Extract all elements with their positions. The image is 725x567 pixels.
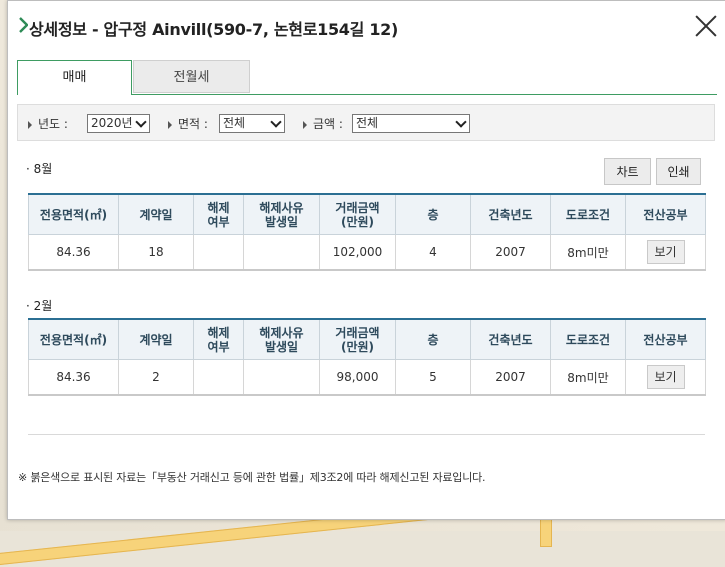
close-icon[interactable] [694,14,718,38]
cell-road: 8m미만 [550,234,626,271]
triangle-right-icon [303,120,307,129]
table-row: 84.36 2 98,000 5 2007 8m미만 보기 [28,359,706,396]
divider [28,434,705,435]
col-header: 도로조건 [550,193,626,235]
cell-contract-day: 2 [118,359,194,396]
col-header: 해제사유 발생일 [243,318,320,360]
cell-cancel-date [243,359,320,396]
cell-floor: 5 [395,359,471,396]
price-select-value: 전체 [356,116,379,130]
filter-bar: 년도 : 2020년 면적 : 전체 금액 : 전체 [17,104,715,141]
year-filter-label: 년도 : [28,115,68,132]
price-select[interactable]: 전체 [352,114,470,133]
col-header: 전산공부 [625,318,706,360]
trade-table: 전용면적(㎡) 계약일 해제 여부 해제사유 발생일 거래금액 (만원) 층 건… [28,318,706,396]
cell-area: 84.36 [28,359,119,396]
cell-cancel [193,234,244,271]
chevron-right-icon [19,17,28,33]
triangle-right-icon [168,120,172,129]
tab-divider [132,94,717,95]
cell-contract-day: 18 [118,234,194,271]
cell-doc: 보기 [625,234,706,271]
view-button[interactable]: 보기 [646,240,685,264]
chevron-down-icon [270,116,282,128]
cell-area: 84.36 [28,234,119,271]
year-select-value: 2020년 [91,116,133,130]
col-header: 건축년도 [470,193,551,235]
tab-rent[interactable]: 전월세 [133,60,250,93]
chevron-down-icon [455,116,467,128]
col-header: 전용면적(㎡) [28,318,119,360]
area-select-value: 전체 [223,116,246,130]
table-row: 84.36 18 102,000 4 2007 8m미만 보기 [28,234,706,271]
chart-button[interactable]: 차트 [604,158,651,185]
cell-doc: 보기 [625,359,706,396]
col-header: 건축년도 [470,318,551,360]
col-header: 해제사유 발생일 [243,193,320,235]
col-header: 해제 여부 [193,318,244,360]
cell-cancel [193,359,244,396]
trade-table: 전용면적(㎡) 계약일 해제 여부 해제사유 발생일 거래금액 (만원) 층 건… [28,193,706,271]
section-month-label: · 8월 [26,162,53,176]
col-header: 해제 여부 [193,193,244,235]
col-header: 층 [395,318,471,360]
price-filter-label: 금액 : [303,115,343,132]
view-button[interactable]: 보기 [646,365,685,389]
triangle-right-icon [28,120,32,129]
detail-dialog: 상세정보 - 압구정 Ainvill(590-7, 논현로154길 12) 매매… [7,0,725,520]
cell-built-year: 2007 [470,234,551,271]
cell-cancel-date [243,234,320,271]
year-select[interactable]: 2020년 [87,114,150,133]
print-button[interactable]: 인쇄 [656,158,701,185]
cell-road: 8m미만 [550,359,626,396]
col-header: 층 [395,193,471,235]
cell-price: 98,000 [319,359,396,396]
area-filter-label: 면적 : [168,115,208,132]
cell-price: 102,000 [319,234,396,271]
cell-floor: 4 [395,234,471,271]
dialog-header: 상세정보 - 압구정 Ainvill(590-7, 논현로154길 12) [8,1,725,53]
tab-sale[interactable]: 매매 [17,60,132,95]
col-header: 도로조건 [550,318,626,360]
col-header: 거래금액 (만원) [319,193,396,235]
col-header: 전산공부 [625,193,706,235]
cell-built-year: 2007 [470,359,551,396]
dialog-title: 상세정보 - 압구정 Ainvill(590-7, 논현로154길 12) [29,20,398,39]
chevron-down-icon [135,116,147,128]
col-header: 전용면적(㎡) [28,193,119,235]
table-header-row: 전용면적(㎡) 계약일 해제 여부 해제사유 발생일 거래금액 (만원) 층 건… [28,318,706,360]
col-header: 거래금액 (만원) [319,318,396,360]
col-header: 계약일 [118,193,194,235]
section-month-label: · 2월 [26,299,53,313]
area-select[interactable]: 전체 [219,114,285,133]
col-header: 계약일 [118,318,194,360]
table-header-row: 전용면적(㎡) 계약일 해제 여부 해제사유 발생일 거래금액 (만원) 층 건… [28,193,706,235]
footnote: ※ 붉은색으로 표시된 자료는「부동산 거래신고 등에 관한 법률」제3조2에 … [18,471,486,484]
